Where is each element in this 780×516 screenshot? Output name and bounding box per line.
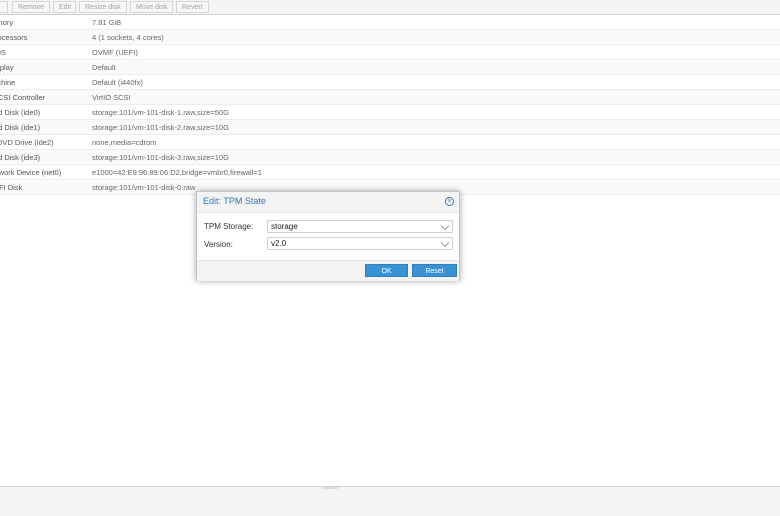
version-value: v2.0 (271, 239, 287, 248)
tpm-storage-label: TPM Storage: (204, 222, 254, 231)
move-disk-button[interactable]: Move disk (130, 1, 173, 13)
dialog-header: Edit: TPM State × (197, 192, 459, 212)
chevron-down-icon[interactable] (440, 221, 450, 231)
row-key: Hard Disk (ide1) (0, 123, 41, 132)
row-key: Network Device (net0) (0, 168, 62, 177)
row-value: e1000=42:E9:96:89:06:D2,bridge=vmbr0,fir… (92, 168, 262, 177)
hardware-row-cd-dvd-drive[interactable]: CD/DVD Drive (ide2) none,media=cdrom (0, 135, 780, 150)
hardware-row-hard-disk-ide0[interactable]: Hard Disk (ide0) storage:101/vm-101-disk… (0, 105, 780, 120)
row-key: BIOS (0, 48, 6, 57)
hardware-row-display[interactable]: Display Default (0, 60, 780, 75)
tpm-storage-select[interactable]: storage (267, 220, 453, 233)
row-key: Hard Disk (ide3) (0, 153, 41, 162)
hardware-row-processors[interactable]: Processors 4 (1 sockets, 4 cores) (0, 30, 780, 45)
dialog-footer: OK Reset (197, 261, 459, 281)
dialog-title: Edit: TPM State (203, 196, 266, 206)
hardware-row-machine[interactable]: Machine Default (i440fx) (0, 75, 780, 90)
hardware-toolbar: Remove Edit Resize disk Move disk Revert (0, 0, 780, 15)
revert-button[interactable]: Revert (176, 1, 209, 13)
tpm-storage-value: storage (271, 222, 298, 231)
row-value: Default (92, 63, 116, 72)
edit-tpm-state-dialog: Edit: TPM State × TPM Storage: storage V… (196, 191, 460, 281)
row-key: CD/DVD Drive (ide2) (0, 138, 54, 147)
hardware-row-hard-disk-ide3[interactable]: Hard Disk (ide3) storage:101/vm-101-disk… (0, 150, 780, 165)
row-value: Default (i440fx) (92, 78, 143, 87)
row-value: VirtIO SCSI (92, 93, 131, 102)
row-value: none,media=cdrom (92, 138, 157, 147)
add-button[interactable] (0, 1, 8, 13)
chevron-down-icon[interactable] (440, 238, 450, 248)
hardware-row-memory[interactable]: Memory 7.81 GiB (0, 15, 780, 30)
row-value: OVMF (UEFI) (92, 48, 138, 57)
remove-button[interactable]: Remove (12, 1, 50, 13)
row-value: storage:101/vm-101-disk-2.raw,size=10G (92, 123, 229, 132)
row-value: storage:101/vm-101-disk-3.raw,size=10G (92, 153, 229, 162)
vm-hardware-page: Remove Edit Resize disk Move disk Revert… (0, 0, 780, 516)
dialog-body: TPM Storage: storage Version: v2.0 (197, 212, 459, 261)
row-key: Memory (0, 18, 14, 27)
row-value: 4 (1 sockets, 4 cores) (92, 33, 164, 42)
hardware-row-bios[interactable]: BIOS OVMF (UEFI) (0, 45, 780, 60)
row-key: Display (0, 63, 14, 72)
close-icon[interactable]: × (445, 197, 454, 206)
version-select[interactable]: v2.0 (267, 237, 453, 250)
hardware-row-scsi-controller[interactable]: SCSI Controller VirtIO SCSI (0, 90, 780, 105)
resize-handle[interactable] (322, 487, 338, 489)
hardware-row-network-device[interactable]: Network Device (net0) e1000=42:E9:96:89:… (0, 165, 780, 180)
row-key: Hard Disk (ide0) (0, 108, 41, 117)
hardware-grid: Memory 7.81 GiB Processors 4 (1 sockets,… (0, 15, 780, 195)
row-key: Processors (0, 33, 28, 42)
status-footer (0, 486, 780, 516)
row-value: 7.81 GiB (92, 18, 122, 27)
version-label: Version: (204, 240, 233, 249)
edit-button[interactable]: Edit (53, 1, 76, 13)
row-key: EFI Disk (0, 183, 23, 192)
row-key: SCSI Controller (0, 93, 46, 102)
ok-button[interactable]: OK (365, 264, 408, 277)
row-key: Machine (0, 78, 16, 87)
resize-disk-button[interactable]: Resize disk (79, 1, 127, 13)
row-value: storage:101/vm-101-disk-0.raw (92, 183, 196, 192)
row-value: storage:101/vm-101-disk-1.raw,size=50G (92, 108, 229, 117)
hardware-row-hard-disk-ide1[interactable]: Hard Disk (ide1) storage:101/vm-101-disk… (0, 120, 780, 135)
reset-button[interactable]: Reset (412, 264, 457, 277)
